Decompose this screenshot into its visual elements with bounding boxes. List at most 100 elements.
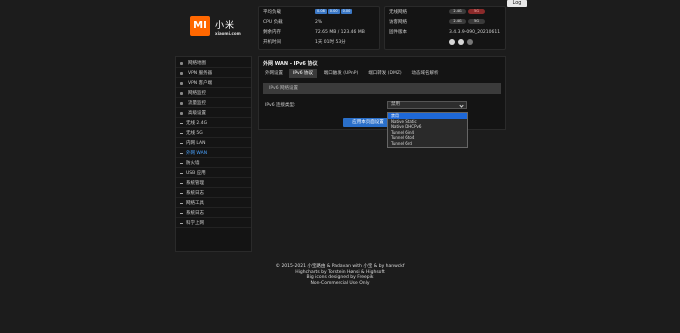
user-icon[interactable] bbox=[449, 39, 455, 45]
load-chips: 0.08 0.00 0.00 bbox=[315, 9, 353, 17]
sidebar-item-label: 系统日志 bbox=[186, 211, 204, 216]
status-label: 平均负载 bbox=[263, 10, 281, 15]
option-tunnel-6rd[interactable]: Tunnel 6rd bbox=[388, 141, 467, 147]
status-row: CPU 负载 2% bbox=[263, 19, 322, 27]
load-chip: 0.00 bbox=[327, 9, 340, 14]
footer: © 2015-2021 小宝路由 & Padavan with 小宝 & by … bbox=[0, 264, 680, 286]
status-value: 72.65 MB / 123.46 MB bbox=[315, 30, 365, 35]
dash-icon bbox=[180, 193, 183, 194]
ipv6-type-select[interactable]: 禁用 bbox=[387, 101, 467, 109]
dash-icon bbox=[180, 123, 183, 124]
guest-24g-badge[interactable]: 2.4G bbox=[449, 19, 466, 24]
tab-dmz[interactable]: 端口转发 (DMZ) bbox=[365, 69, 405, 78]
firmware-version: 3.4.3.9-090_20210611 bbox=[449, 30, 501, 35]
status-label: 访客网络 bbox=[389, 20, 407, 25]
tab-ipv6[interactable]: IPv6 协议 bbox=[289, 69, 317, 78]
sidebar-item-label: 网络监控 bbox=[188, 91, 206, 96]
dash-icon bbox=[180, 163, 183, 164]
power-icon[interactable] bbox=[458, 39, 464, 45]
status-label: 剩余内存 bbox=[263, 30, 281, 35]
logout-button[interactable]: Log bbox=[507, 0, 527, 7]
wifi-24g-badge[interactable]: 2.4G bbox=[449, 9, 466, 14]
ipv6-type-label: IPv6 连接类型: bbox=[265, 103, 296, 108]
dash-icon bbox=[180, 183, 183, 184]
sidebar-item-label: 内网 LAN bbox=[186, 141, 206, 146]
load-chip: 0.00 bbox=[340, 9, 353, 14]
sidebar-item-label: VPN 服务器 bbox=[188, 71, 213, 76]
mi-logo-icon: MI bbox=[190, 16, 210, 36]
mi-logo-text: MI bbox=[193, 20, 207, 31]
sidebar-item-wireless-24g[interactable]: 无线 2.4G bbox=[176, 119, 251, 128]
vpn-client-icon bbox=[180, 82, 183, 85]
traffic-icon bbox=[180, 102, 183, 105]
sidebar-item-network-monitor[interactable]: 网络监控 bbox=[176, 89, 251, 98]
brand-name: 小米 bbox=[215, 21, 236, 31]
page-title: 外网 WAN - IPv6 协议 bbox=[263, 61, 318, 67]
status-row: 固件版本 3.4.3.9-090_20210611 bbox=[389, 29, 500, 37]
brand-logo: MI 小米 xiaomi.com bbox=[180, 8, 252, 52]
sidebar-item-vpn-client[interactable]: VPN 客户端 bbox=[176, 79, 251, 88]
ipv6-type-dropdown: 禁用 Native Static Native DHCPv6 Tunnel 6i… bbox=[387, 112, 468, 148]
status-row: 开机时间 1天 01时 53分 bbox=[263, 39, 346, 47]
sidebar-item-traffic-monitor[interactable]: 流量监控 bbox=[176, 99, 251, 108]
status-value: 1天 01时 53分 bbox=[315, 40, 346, 45]
vpn-server-icon bbox=[180, 72, 183, 75]
sidebar-item-wan[interactable]: 外网 WAN bbox=[176, 149, 251, 158]
apply-button[interactable]: 应用本页面设置 bbox=[343, 118, 393, 127]
sidebar-item-label: 外网 WAN bbox=[186, 151, 208, 156]
status-row: 无线网络 2.4G 5G bbox=[389, 9, 485, 17]
sidebar-item-label: VPN 客户端 bbox=[188, 81, 213, 86]
sidebar-item-label: 无线 2.4G bbox=[186, 121, 208, 126]
sidebar-item-wireless-5g[interactable]: 无线 5G bbox=[176, 129, 251, 138]
load-chip: 0.08 bbox=[315, 9, 327, 14]
sidebar-item-label: 系统日志 bbox=[186, 191, 204, 196]
sidebar-item-proxy[interactable]: 科学上网 bbox=[176, 219, 251, 228]
wifi-5g-badge[interactable]: 5G bbox=[468, 9, 485, 14]
status-value: 2% bbox=[315, 20, 323, 25]
sidebar: 网络地图 VPN 服务器 VPN 客户端 网络监控 流量监控 高级设置 无线 2… bbox=[175, 56, 252, 252]
status-row: 剩余内存 72.65 MB / 123.46 MB bbox=[263, 29, 365, 37]
tab-wan-settings[interactable]: 外网设置 bbox=[261, 69, 287, 78]
tab-upnp[interactable]: 端口触发 (UPnP) bbox=[319, 69, 363, 78]
sidebar-item-label: 网络地图 bbox=[188, 61, 206, 66]
tab-ddns[interactable]: 动态域名解析 bbox=[407, 69, 443, 78]
dash-icon bbox=[180, 143, 183, 144]
sidebar-item-firewall[interactable]: 防火墙 bbox=[176, 159, 251, 168]
sidebar-item-label: 流量监控 bbox=[188, 101, 206, 106]
status-row: 访客网络 2.4G 5G bbox=[389, 19, 485, 27]
sidebar-item-label: USB 应用 bbox=[186, 171, 206, 176]
sidebar-item-system-log[interactable]: 系统日志 bbox=[176, 189, 251, 198]
sidebar-item-label: 防火墙 bbox=[186, 161, 200, 166]
status-label: CPU 负载 bbox=[263, 20, 283, 25]
sidebar-item-network-tools[interactable]: 网络工具 bbox=[176, 199, 251, 208]
sidebar-item-advanced[interactable]: 高级设置 bbox=[176, 109, 251, 118]
sidebar-item-vpn-server[interactable]: VPN 服务器 bbox=[176, 69, 251, 78]
dash-icon bbox=[180, 133, 183, 134]
dash-icon bbox=[180, 203, 183, 204]
network-status-panel: 无线网络 2.4G 5G 访客网络 2.4G 5G 固件版本 3.4.3.9-090… bbox=[384, 6, 506, 50]
dash-icon bbox=[180, 213, 183, 214]
sidebar-item-lan[interactable]: 内网 LAN bbox=[176, 139, 251, 148]
dash-icon bbox=[180, 173, 183, 174]
brand-url: xiaomi.com bbox=[215, 31, 241, 36]
footer-line: Non-Commercial Use Only bbox=[310, 280, 370, 286]
select-value: 禁用 bbox=[391, 102, 400, 107]
section-header: IPv6 网络设置 bbox=[263, 83, 501, 94]
advanced-settings-icon bbox=[180, 112, 183, 115]
system-status-panel: 平均负载 0.08 0.00 0.00 CPU 负载 2% 剩余内存 72.65 M… bbox=[258, 6, 380, 50]
status-label: 固件版本 bbox=[389, 30, 407, 35]
sidebar-item-system-log-2[interactable]: 系统日志 bbox=[176, 209, 251, 218]
monitor-icon bbox=[180, 92, 183, 95]
dash-icon bbox=[180, 153, 183, 154]
sidebar-item-network-map[interactable]: 网络地图 bbox=[176, 59, 251, 68]
sidebar-item-label: 科学上网 bbox=[186, 221, 204, 226]
sidebar-item-label: 网络工具 bbox=[186, 201, 204, 206]
guest-5g-badge[interactable]: 5G bbox=[468, 19, 485, 24]
main-panel: 外网 WAN - IPv6 协议 外网设置 IPv6 协议 端口触发 (UPnP… bbox=[258, 56, 506, 130]
status-label: 无线网络 bbox=[389, 10, 407, 15]
sidebar-item-label: 高级设置 bbox=[188, 111, 206, 116]
refresh-icon[interactable] bbox=[467, 39, 473, 45]
sidebar-item-usb[interactable]: USB 应用 bbox=[176, 169, 251, 178]
sidebar-item-system-admin[interactable]: 系统管理 bbox=[176, 179, 251, 188]
sidebar-item-label: 无线 5G bbox=[186, 131, 203, 136]
